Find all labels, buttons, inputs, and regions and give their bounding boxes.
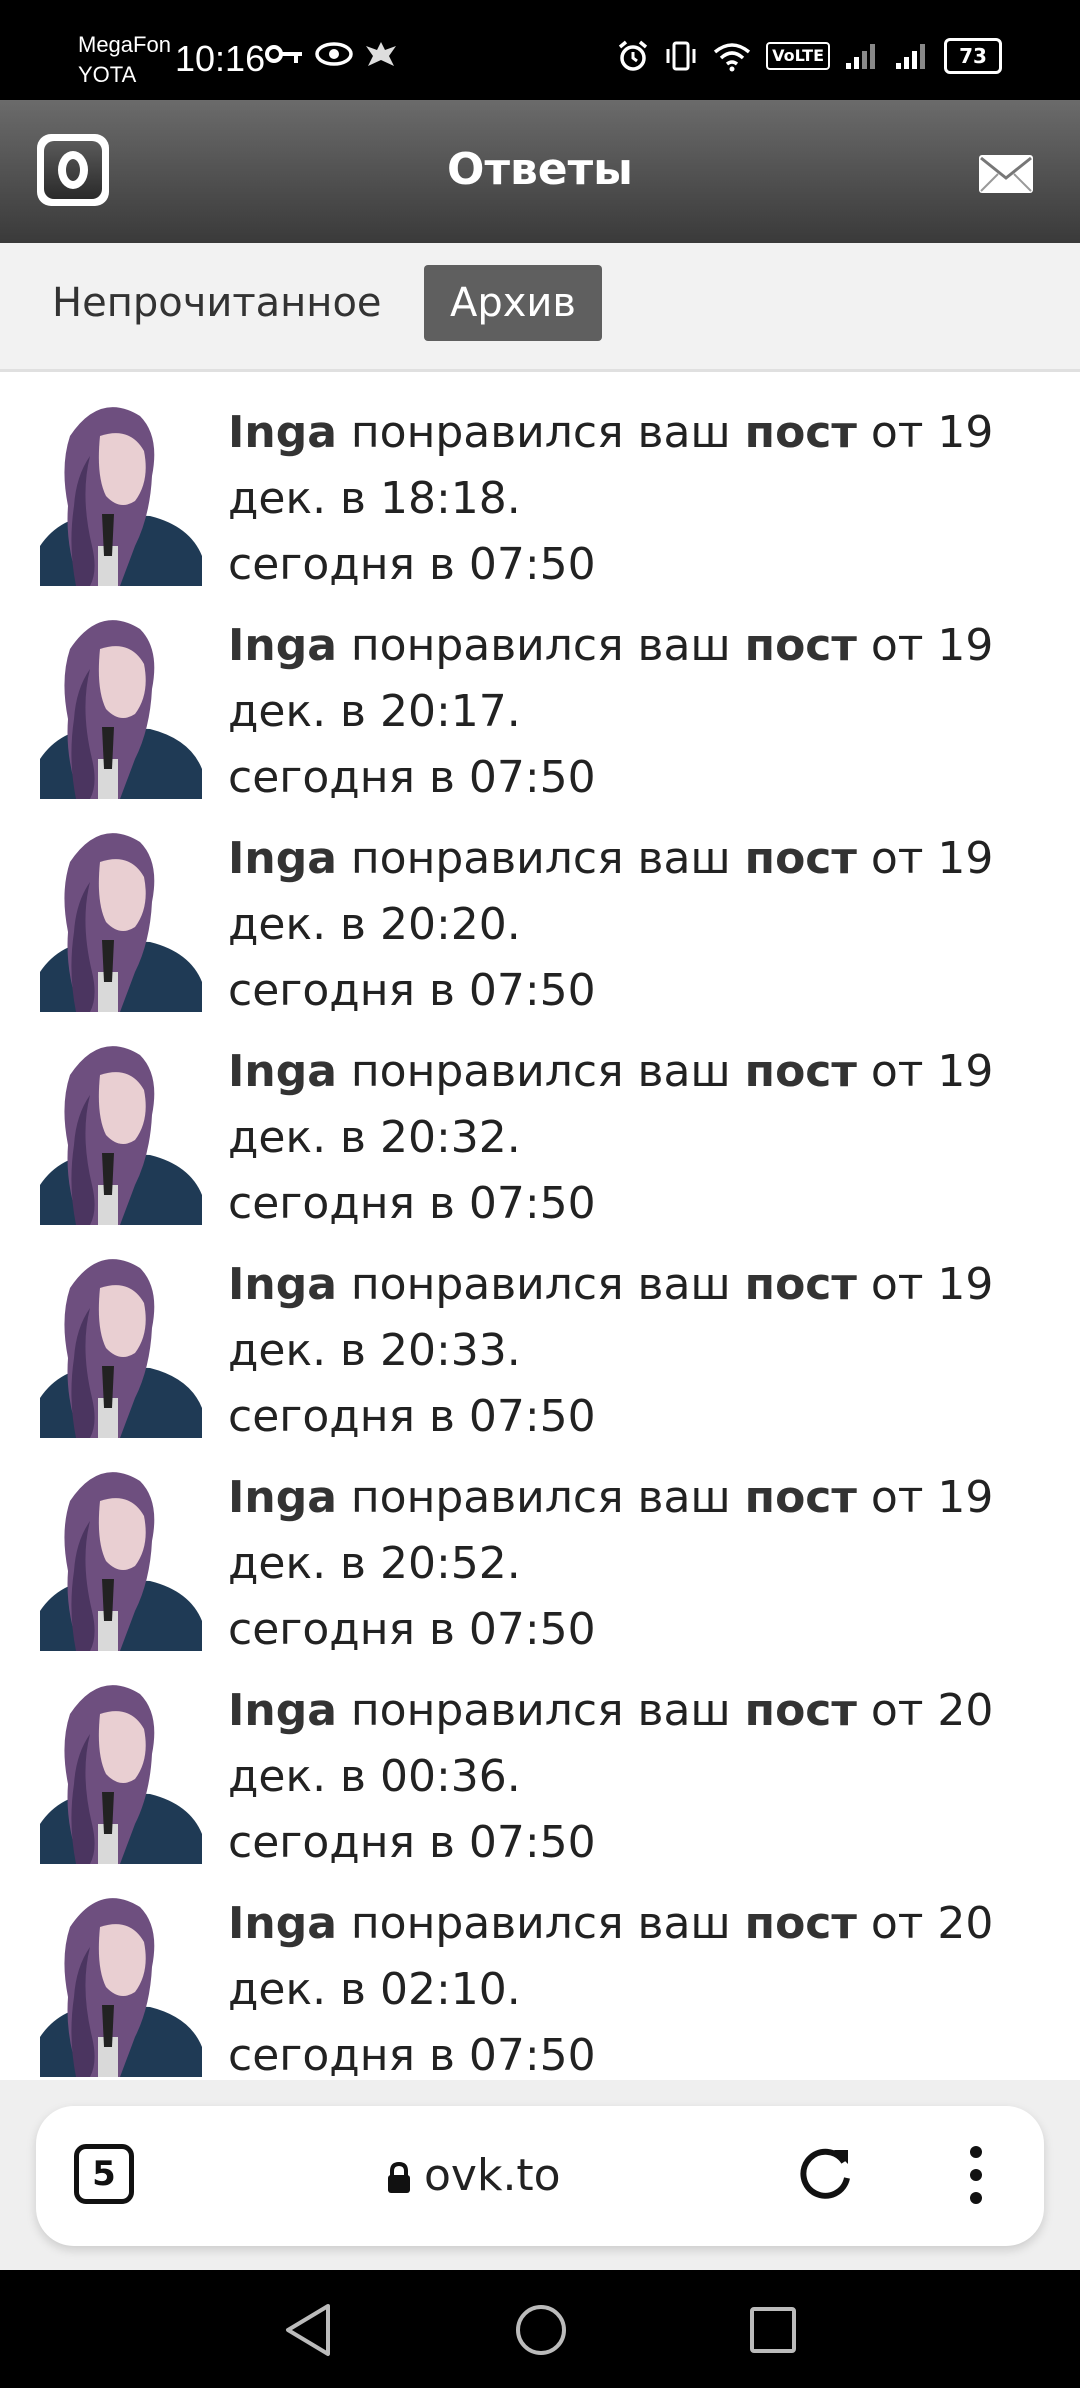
notification-item[interactable]: Inga понравился ваш пост от 19 дек. в 20… xyxy=(0,585,1080,803)
notification-post-link[interactable]: пост xyxy=(745,1685,857,1736)
carrier-1: MegaFon xyxy=(78,32,171,57)
avatar[interactable] xyxy=(40,1887,202,2077)
notification-item[interactable]: Inga понравился ваш пост от 19 дек. в 20… xyxy=(0,1011,1080,1229)
eye-icon xyxy=(315,42,353,66)
notification-item[interactable]: Inga понравился ваш пост от 20 дек. в 02… xyxy=(0,1863,1080,2081)
url-text: ovk.to xyxy=(424,2150,561,2201)
home-icon[interactable] xyxy=(514,2302,568,2358)
notification-user-link[interactable]: Inga xyxy=(228,1472,337,1523)
avatar[interactable] xyxy=(40,1461,202,1651)
notification-user-link[interactable]: Inga xyxy=(228,1898,337,1949)
page-title: Ответы xyxy=(447,144,633,195)
alarm-icon xyxy=(618,40,648,71)
back-icon[interactable] xyxy=(282,2302,336,2358)
signal-2-icon xyxy=(896,44,925,69)
notification-post-link[interactable]: пост xyxy=(745,620,857,671)
notification-text: Inga понравился ваш пост от 19 дек. в 20… xyxy=(228,826,1058,1024)
notification-verb: понравился ваш xyxy=(336,1898,745,1949)
recents-icon[interactable] xyxy=(746,2302,800,2358)
avatar[interactable] xyxy=(40,1248,202,1438)
notification-user-link[interactable]: Inga xyxy=(228,407,337,458)
emblem-icon xyxy=(366,42,396,66)
notification-text: Inga понравился ваш пост от 20 дек. в 00… xyxy=(228,1678,1058,1876)
wifi-icon xyxy=(713,43,751,72)
avatar[interactable] xyxy=(40,609,202,799)
address-bar[interactable]: 5 ovk.to xyxy=(36,2106,1044,2246)
notification-text: Inga понравился ваш пост от 19 дек. в 20… xyxy=(228,1252,1058,1450)
notification-verb: понравился ваш xyxy=(336,620,745,671)
avatar[interactable] xyxy=(40,1674,202,1864)
avatar[interactable] xyxy=(40,396,202,586)
notification-post-link[interactable]: пост xyxy=(745,407,857,458)
notification-item[interactable]: Inga понравился ваш пост от 19 дек. в 20… xyxy=(0,798,1080,1016)
notification-text: Inga понравился ваш пост от 19 дек. в 20… xyxy=(228,1039,1058,1237)
status-time: 10:16 xyxy=(175,38,266,79)
system-nav-bar xyxy=(0,2270,1080,2388)
tabs-bar: Непрочитанное Архив xyxy=(0,243,1080,372)
signal-1-icon xyxy=(846,44,875,69)
notification-verb: понравился ваш xyxy=(336,1259,745,1310)
notification-text: Inga понравился ваш пост от 19 дек. в 20… xyxy=(228,613,1058,811)
tab-switcher-button[interactable]: 5 xyxy=(74,2144,134,2204)
reload-icon[interactable] xyxy=(792,2140,858,2206)
notification-user-link[interactable]: Inga xyxy=(228,833,337,884)
notification-item[interactable]: Inga понравился ваш пост от 19 дек. в 20… xyxy=(0,1224,1080,1442)
notification-text: Inga понравился ваш пост от 19 дек. в 18… xyxy=(228,400,1058,598)
notification-post-link[interactable]: пост xyxy=(745,833,857,884)
carrier-names: MegaFon YOTA xyxy=(78,30,171,90)
notification-verb: понравился ваш xyxy=(336,407,745,458)
notification-post-link[interactable]: пост xyxy=(745,1259,857,1310)
avatar[interactable] xyxy=(40,822,202,1012)
browser-toolbar: 5 ovk.to xyxy=(0,2080,1080,2270)
carrier-2: YOTA xyxy=(78,62,137,87)
tab-unread[interactable]: Непрочитанное xyxy=(26,265,408,341)
avatar[interactable] xyxy=(40,1035,202,1225)
more-menu-icon[interactable] xyxy=(966,2142,986,2208)
volte-badge: VoLTE xyxy=(766,42,830,70)
notification-verb: понравился ваш xyxy=(336,1472,745,1523)
notification-item[interactable]: Inga понравился ваш пост от 19 дек. в 20… xyxy=(0,1437,1080,1655)
notification-verb: понравился ваш xyxy=(336,1046,745,1097)
key-icon xyxy=(265,45,302,63)
notification-verb: понравился ваш xyxy=(336,1685,745,1736)
notification-text: Inga понравился ваш пост от 19 дек. в 20… xyxy=(228,1465,1058,1663)
url-display[interactable]: ovk.to xyxy=(386,2150,561,2201)
tab-archive[interactable]: Архив xyxy=(424,265,602,341)
status-icons-left xyxy=(264,40,398,70)
mail-icon[interactable] xyxy=(978,154,1034,194)
notification-post-link[interactable]: пост xyxy=(745,1472,857,1523)
notification-text: Inga понравился ваш пост от 20 дек. в 02… xyxy=(228,1891,1058,2089)
vibrate-icon xyxy=(666,41,696,71)
battery-indicator: 73 xyxy=(944,38,1002,74)
lock-icon xyxy=(388,2162,410,2193)
notification-item[interactable]: Inga понравился ваш пост от 20 дек. в 00… xyxy=(0,1650,1080,1868)
notification-user-link[interactable]: Inga xyxy=(228,1685,337,1736)
notification-item[interactable]: Inga понравился ваш пост от 19 дек. в 18… xyxy=(0,372,1080,590)
notification-post-link[interactable]: пост xyxy=(745,1898,857,1949)
app-header: Ответы xyxy=(0,100,1080,243)
notification-post-link[interactable]: пост xyxy=(745,1046,857,1097)
notification-user-link[interactable]: Inga xyxy=(228,1259,337,1310)
status-bar: MegaFon YOTA 10:16 VoLTE 73 xyxy=(0,0,1080,100)
status-icons-right: VoLTE 73 xyxy=(616,38,1002,74)
notification-verb: понравился ваш xyxy=(336,833,745,884)
notifications-list: Inga понравился ваш пост от 19 дек. в 18… xyxy=(0,372,1080,2081)
notification-user-link[interactable]: Inga xyxy=(228,1046,337,1097)
notification-user-link[interactable]: Inga xyxy=(228,620,337,671)
